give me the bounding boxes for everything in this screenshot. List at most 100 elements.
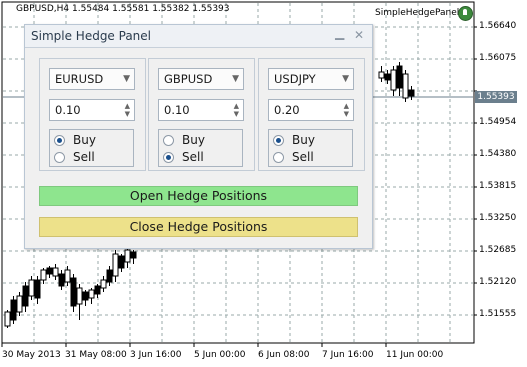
candle-body	[100, 279, 107, 289]
chart-symbol: GBPUSD,H4	[16, 4, 70, 14]
candle-body	[384, 73, 391, 81]
symbol-group-1: EURUSD ▼ 0.10 ▲ ▼ Buy Sell	[39, 58, 146, 171]
buy-radio[interactable]: Buy	[273, 132, 315, 148]
radio-selected-icon[interactable]	[163, 151, 174, 163]
candle-body	[16, 295, 23, 313]
symbol-group-2: GBPUSD ▼ 0.10 ▲ ▼ Buy Sell	[148, 58, 255, 171]
candle-body	[28, 279, 35, 297]
lot-value: 0.20	[274, 103, 300, 117]
radio-empty-icon[interactable]	[273, 151, 284, 163]
x-axis-label: 6 Jun 08:00	[258, 350, 310, 360]
candle-body	[52, 267, 59, 277]
candle-body	[396, 65, 403, 89]
minimize-icon[interactable]: ▁	[335, 26, 344, 40]
x-axis-label: 3 Jun 16:00	[130, 350, 182, 360]
direction-radio-group: Buy Sell	[268, 129, 353, 167]
candle-body	[22, 285, 29, 307]
sell-radio[interactable]: Sell	[163, 149, 204, 165]
spin-down-icon[interactable]: ▼	[344, 110, 349, 118]
close-hedge-positions-button[interactable]: Close Hedge Positions	[39, 217, 358, 237]
candle-body	[82, 291, 89, 301]
x-axis-label: 30 May 2013	[2, 350, 61, 360]
candle-body	[106, 269, 113, 283]
x-axis-label: 5 Jun 00:00	[194, 350, 246, 360]
x-axis-label: 7 Jun 16:00	[322, 350, 374, 360]
sell-label: Sell	[182, 150, 204, 164]
radio-selected-icon[interactable]	[273, 134, 284, 146]
candle-body	[118, 255, 125, 269]
hedge-panel: Simple Hedge Panel ▁ ✕ EURUSD ▼ 0.10 ▲ ▼…	[24, 24, 373, 249]
chart-header: GBPUSD,H4 1.55484 1.55581 1.55382 1.5539…	[16, 4, 230, 14]
spin-up-icon[interactable]: ▲	[344, 102, 349, 110]
symbol-group-3: USDJPY ▼ 0.20 ▲ ▼ Buy Sell	[258, 58, 365, 171]
lot-size-input[interactable]: 0.20 ▲ ▼	[268, 99, 354, 121]
symbol-dropdown[interactable]: USDJPY ▼	[268, 68, 354, 90]
spin-down-icon[interactable]: ▼	[234, 110, 239, 118]
candle-body	[58, 273, 65, 287]
lot-value: 0.10	[164, 103, 190, 117]
open-hedge-positions-button[interactable]: Open Hedge Positions	[39, 186, 358, 206]
chevron-down-icon[interactable]: ▼	[232, 69, 239, 89]
close-icon[interactable]: ✕	[354, 28, 364, 42]
symbol-value: GBPUSD	[164, 72, 213, 86]
candle-body	[40, 269, 47, 281]
candle-body	[4, 311, 11, 327]
lot-size-input[interactable]: 0.10 ▲ ▼	[49, 99, 135, 121]
candle-body	[64, 269, 71, 283]
buy-label: Buy	[182, 133, 205, 147]
y-axis-label: 1.53250	[479, 213, 517, 223]
y-axis-label: 1.52685	[479, 245, 517, 255]
candle-body	[112, 253, 119, 277]
spin-up-icon[interactable]: ▲	[125, 102, 130, 110]
expert-advisor-name: SimpleHedgePanel	[375, 8, 460, 18]
expert-advisor-icon[interactable]	[458, 6, 473, 21]
radio-selected-icon[interactable]	[54, 134, 65, 146]
buy-radio[interactable]: Buy	[54, 132, 96, 148]
y-axis-label: 1.56640	[479, 21, 517, 31]
chevron-down-icon[interactable]: ▼	[342, 69, 349, 89]
symbol-dropdown[interactable]: GBPUSD ▼	[158, 68, 244, 90]
current-price-tag: 1.55393	[475, 91, 517, 103]
buy-label: Buy	[292, 133, 315, 147]
symbol-value: EURUSD	[55, 72, 104, 86]
y-axis-label: 1.56075	[479, 53, 517, 63]
buy-label: Buy	[73, 133, 96, 147]
sell-radio[interactable]: Sell	[54, 149, 95, 165]
sell-label: Sell	[73, 150, 95, 164]
candle-body	[70, 277, 77, 307]
direction-radio-group: Buy Sell	[49, 129, 134, 167]
candle-body	[124, 249, 131, 263]
y-axis-label: 1.51555	[479, 309, 517, 319]
lot-value: 0.10	[55, 103, 81, 117]
chart-ohlc: 1.55484 1.55581 1.55382 1.55393	[72, 4, 230, 14]
chevron-down-icon[interactable]: ▼	[123, 69, 130, 89]
candle-body	[10, 299, 17, 321]
direction-radio-group: Buy Sell	[158, 129, 243, 167]
y-axis-label: 1.53815	[479, 181, 517, 191]
sell-label: Sell	[292, 150, 314, 164]
symbol-dropdown[interactable]: EURUSD ▼	[49, 68, 135, 90]
candle-body	[76, 287, 83, 305]
y-axis-label: 1.54380	[479, 149, 517, 159]
candle-body	[390, 69, 397, 91]
panel-title-bar[interactable]: Simple Hedge Panel ▁ ✕	[25, 25, 372, 48]
candle-body	[402, 73, 409, 99]
radio-empty-icon[interactable]	[163, 134, 174, 146]
symbol-value: USDJPY	[274, 72, 316, 86]
y-axis-label: 1.52120	[479, 277, 517, 287]
spin-down-icon[interactable]: ▼	[125, 110, 130, 118]
candle-body	[408, 89, 415, 97]
panel-title: Simple Hedge Panel	[31, 29, 151, 43]
x-axis-label: 31 May 08:00	[65, 350, 127, 360]
candle-body	[94, 285, 101, 295]
candle-body	[46, 267, 53, 275]
candle-body	[378, 71, 385, 79]
radio-empty-icon[interactable]	[54, 151, 65, 163]
candle-body	[34, 279, 41, 299]
buy-radio[interactable]: Buy	[163, 132, 205, 148]
y-axis-label: 1.54954	[479, 117, 517, 127]
sell-radio[interactable]: Sell	[273, 149, 314, 165]
candle-body	[130, 251, 137, 259]
spin-up-icon[interactable]: ▲	[234, 102, 239, 110]
lot-size-input[interactable]: 0.10 ▲ ▼	[158, 99, 244, 121]
